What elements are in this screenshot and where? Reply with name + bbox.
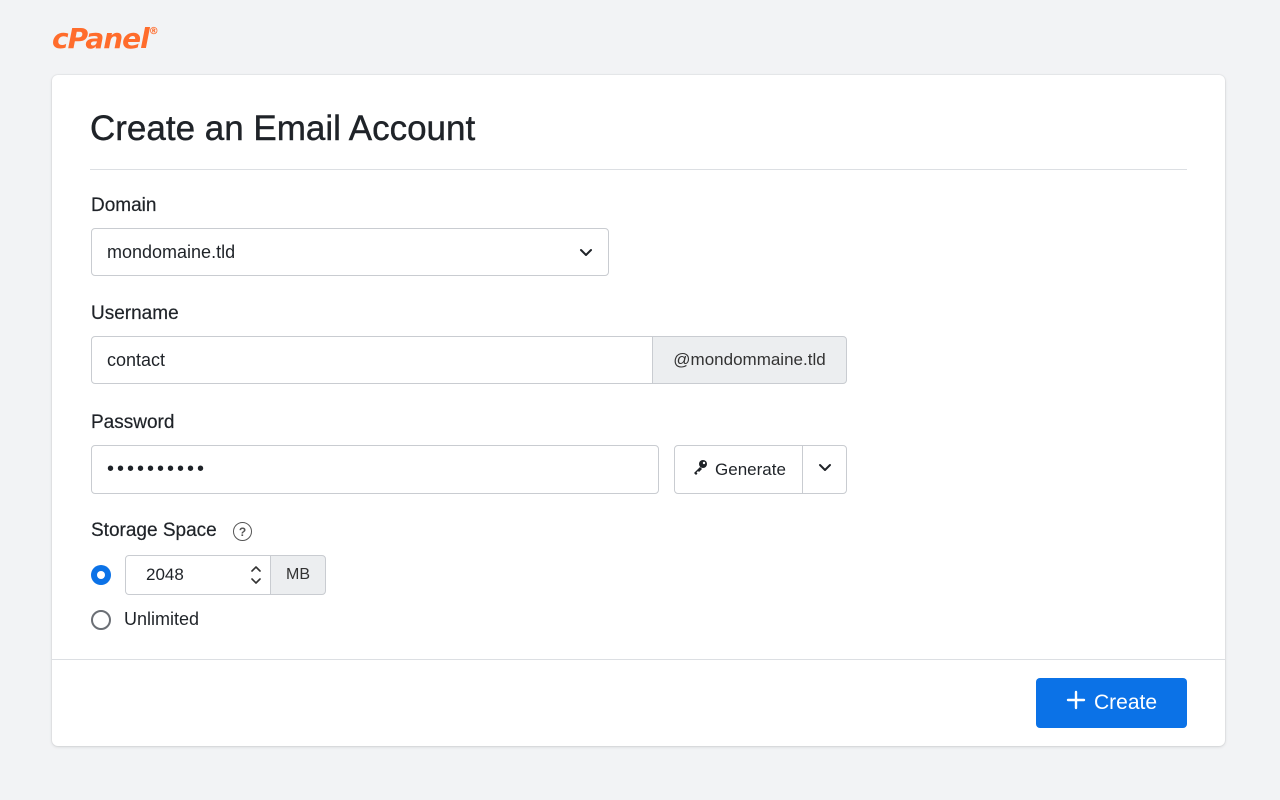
password-input[interactable]: •••••••••• — [91, 445, 659, 494]
domain-label: Domain — [91, 195, 157, 216]
storage-custom-radio[interactable] — [91, 565, 111, 585]
username-value: contact — [107, 349, 166, 370]
password-value: •••••••••• — [107, 458, 208, 480]
create-button[interactable]: Create — [1036, 678, 1187, 728]
footer-divider — [52, 659, 1225, 660]
domain-select[interactable]: mondomaine.tld — [91, 228, 609, 276]
storage-unlimited-radio[interactable] — [91, 610, 111, 630]
generate-password-button[interactable]: Generate — [674, 445, 803, 494]
storage-quota-input[interactable]: 2048 — [125, 555, 272, 595]
username-input[interactable]: contact — [91, 336, 654, 384]
storage-unit: MB — [270, 555, 326, 595]
storage-quota-value: 2048 — [146, 565, 184, 584]
domain-value: mondomaine.tld — [107, 241, 236, 262]
storage-label: Storage Space — [91, 520, 217, 541]
username-domain-suffix: @mondommaine.tld — [652, 336, 847, 384]
create-email-card: Create an Email Account Domain mondomain… — [52, 75, 1225, 746]
page-title: Create an Email Account — [90, 109, 476, 148]
key-icon — [691, 458, 709, 481]
cpanel-logo: cPanel® — [52, 22, 159, 55]
divider — [90, 169, 1187, 170]
plus-icon — [1066, 690, 1086, 716]
username-label: Username — [91, 303, 179, 324]
help-circle-icon[interactable]: ? — [233, 522, 252, 541]
chevron-down-icon — [817, 459, 833, 480]
create-label: Create — [1093, 691, 1158, 714]
chevron-down-icon — [578, 244, 594, 265]
unlimited-label: Unlimited — [124, 609, 200, 629]
generate-label: Generate — [715, 459, 786, 479]
spinner-arrows-icon[interactable] — [250, 563, 262, 587]
generate-options-dropdown[interactable] — [802, 445, 847, 494]
password-label: Password — [91, 412, 175, 433]
